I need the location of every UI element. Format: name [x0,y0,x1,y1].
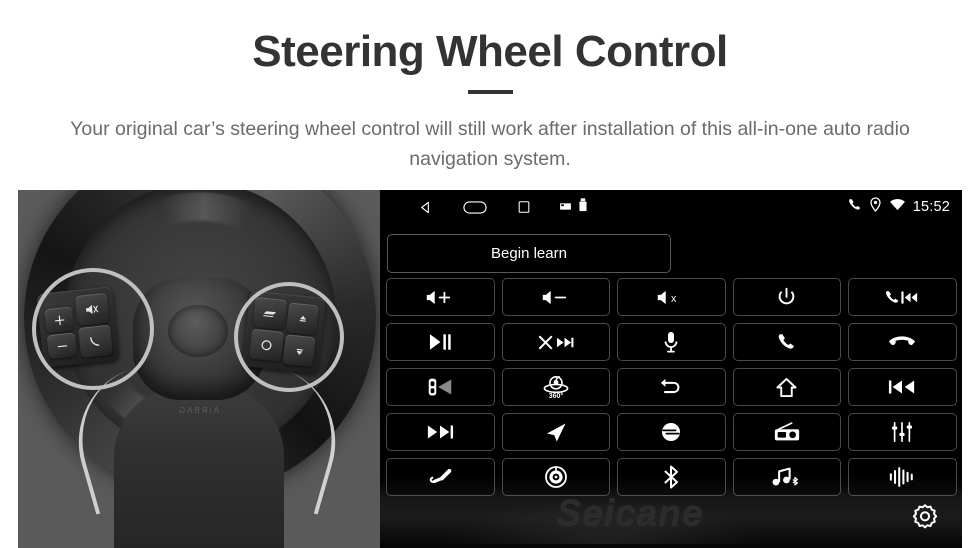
mode-button[interactable] [617,413,726,451]
volume-up-button[interactable] [386,278,495,316]
head-unit-screen: 15:52 Begin learn x 360° Seicane [380,190,962,548]
photo-layers: AIRBAG [18,190,380,548]
highlight-circle-right [234,282,344,392]
system-status-icons [560,197,587,217]
begin-learn-button[interactable]: Begin learn [387,234,671,273]
home-button[interactable] [732,368,841,406]
android-status-bar: 15:52 [380,190,962,224]
voice-command-button[interactable] [617,323,726,361]
svg-text:360°: 360° [549,392,564,400]
volume-down-button[interactable] [501,278,610,316]
parking-sensor-button[interactable] [386,368,495,406]
navigation-bar-icons [418,196,531,218]
next-track-button[interactable] [386,413,495,451]
page-title: Steering Wheel Control [252,27,728,76]
settings-button[interactable] [902,498,948,544]
shuffle-next-button[interactable] [501,323,610,361]
steering-wheel-control-slide: Steering Wheel Control Your original car… [0,0,980,548]
brand-watermark: Seicane [556,492,704,533]
hang-up-button[interactable] [848,323,957,361]
camera-360-button[interactable]: 360° [501,368,610,406]
function-button-grid: x 360° [386,278,958,496]
page-subtitle: Your original car’s steering wheel contr… [70,118,910,171]
airbag-label: AIRBAG [176,406,220,415]
home-icon[interactable] [463,200,487,214]
svg-text:x: x [671,292,677,304]
phone-icon [847,197,862,217]
back-button[interactable] [617,368,726,406]
recents-icon[interactable] [517,200,531,214]
answer-call-button[interactable] [732,323,841,361]
navigation-button[interactable] [501,413,610,451]
wifi-icon [889,198,906,216]
back-icon[interactable] [418,200,433,215]
status-right-cluster: 15:52 [847,196,950,218]
call-previous-button[interactable] [848,278,957,316]
mute-button[interactable]: x [617,278,726,316]
status-clock: 15:52 [912,199,950,215]
equalizer-button[interactable] [848,413,957,451]
title-divider [468,90,513,94]
gear-icon [908,502,942,541]
header: Steering Wheel Control Your original car… [0,0,980,190]
highlight-circle-left [32,268,154,390]
begin-learn-label: Begin learn [491,245,567,262]
usb-icon [579,197,587,217]
content-area: AIRBAG 15:52 Begin learn x 360° Seicane [0,190,980,548]
steering-wheel-photo: AIRBAG [18,190,380,548]
previous-track-button[interactable] [848,368,957,406]
power-button[interactable] [732,278,841,316]
radio-button[interactable] [732,413,841,451]
play-pause-button[interactable] [386,323,495,361]
horn-pad [168,305,228,357]
sd-card-icon [560,198,571,216]
location-icon [869,197,882,217]
